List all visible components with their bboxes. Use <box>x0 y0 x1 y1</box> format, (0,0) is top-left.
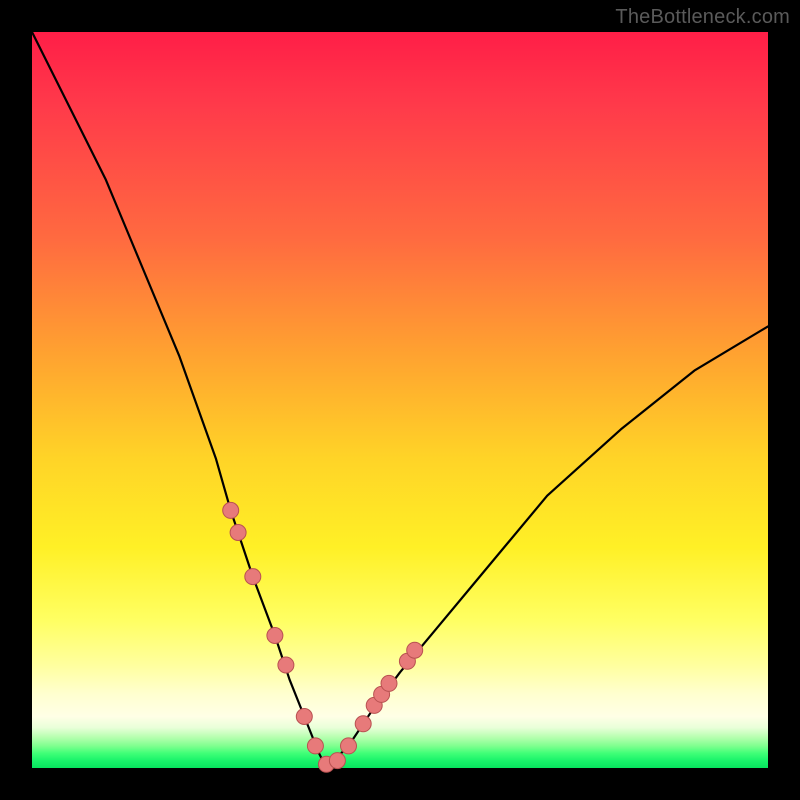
curve-marker <box>296 709 312 725</box>
chart-svg <box>32 32 768 768</box>
curve-marker <box>267 628 283 644</box>
curve-marker <box>278 657 294 673</box>
curve-marker <box>381 675 397 691</box>
plot-area <box>32 32 768 768</box>
curve-marker <box>407 642 423 658</box>
curve-marker <box>341 738 357 754</box>
curve-marker <box>307 738 323 754</box>
curve-marker <box>245 569 261 585</box>
curve-marker <box>329 753 345 769</box>
curve-marker <box>230 525 246 541</box>
curve-marker <box>223 502 239 518</box>
watermark-text: TheBottleneck.com <box>615 6 790 29</box>
chart-frame: TheBottleneck.com <box>0 0 800 800</box>
curve-markers <box>223 502 423 772</box>
curve-marker <box>355 716 371 732</box>
